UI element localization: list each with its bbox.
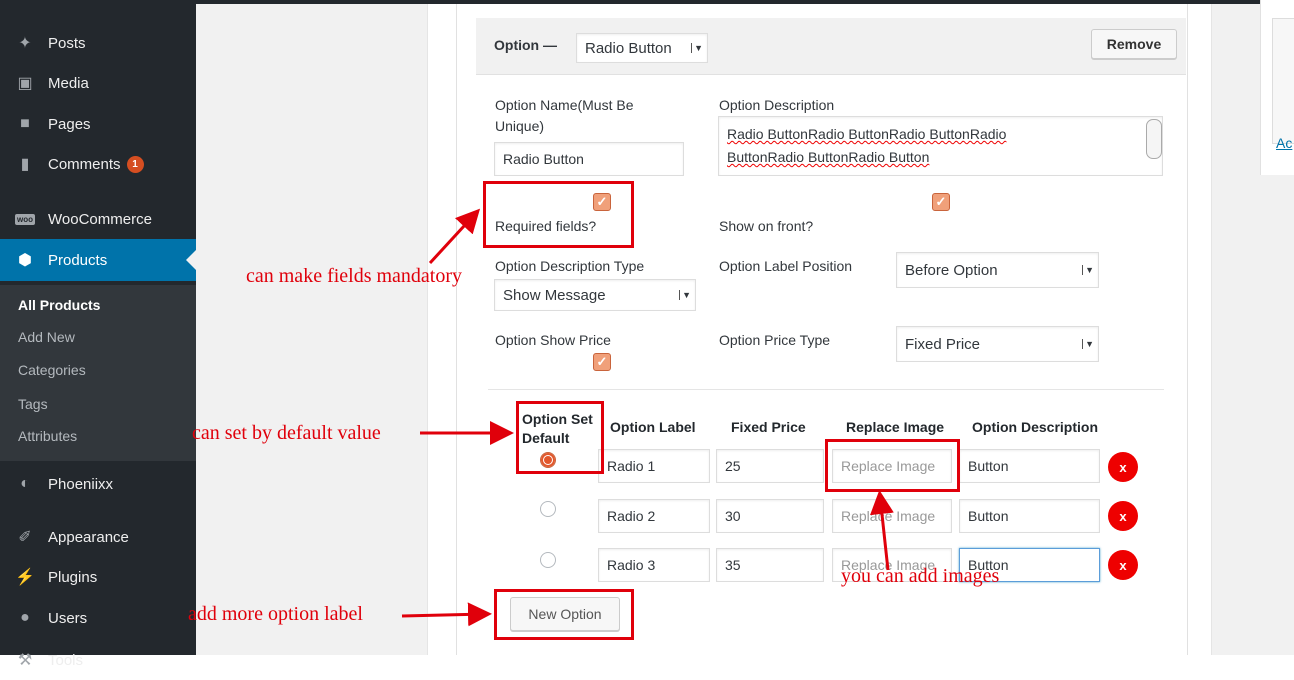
annotation-arrows: [401, 208, 894, 627]
arrow-more: [401, 602, 492, 627]
arrow-images: [870, 490, 894, 571]
arrow-mandatory: [428, 208, 481, 265]
